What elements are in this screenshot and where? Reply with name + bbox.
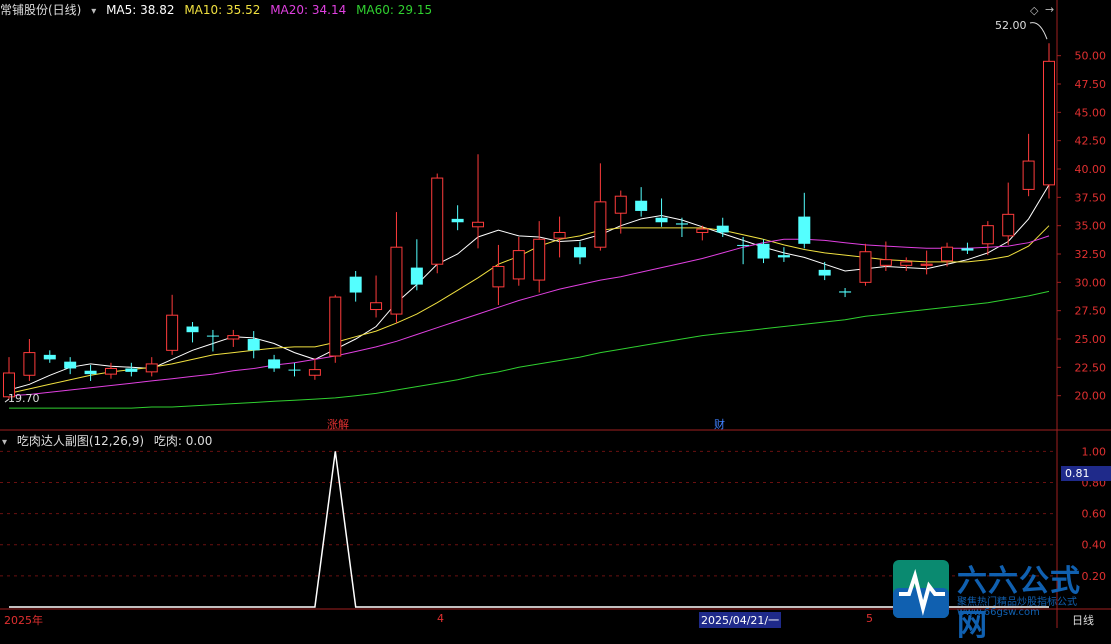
chevron-down-icon[interactable]: ▾: [91, 6, 96, 17]
y-tick-label: 35.00: [1075, 220, 1107, 233]
y-tick-label: 45.00: [1075, 106, 1107, 119]
high-marker: 52.00: [995, 19, 1027, 32]
arrow-right-icon[interactable]: →: [1045, 3, 1054, 16]
chevron-down-icon[interactable]: ▾: [2, 437, 7, 448]
ma-line-ma10: [8, 225, 1050, 394]
candle-body: [1022, 160, 1035, 190]
y-tick-label: 42.50: [1075, 135, 1107, 148]
candle-body: [981, 225, 994, 245]
candle-body: [1002, 213, 1015, 237]
candle-body: [737, 244, 750, 246]
sub-value-badge: 0.81: [1061, 466, 1111, 481]
x-label-april: 4: [437, 612, 444, 625]
y-tick-label: 25.00: [1075, 333, 1107, 346]
price-chart[interactable]: 20.00 22.50 25.00 27.50 30.00 32.50 35.00 37.50…: [0, 0, 1111, 628]
logo-icon: [893, 560, 949, 618]
candle-body: [288, 369, 301, 371]
candle-body: [268, 359, 281, 369]
candle-body: [390, 246, 403, 315]
candle-body: [614, 195, 627, 214]
y-tick-label: 37.50: [1075, 191, 1107, 204]
stock-title[interactable]: 常铺股份(日线): [0, 3, 81, 17]
candle-body: [349, 276, 362, 293]
y-tick-label: 50.00: [1075, 50, 1107, 63]
sub-header: ▾ 吃肉达人副图(12,26,9) 吃肉: 0.00: [2, 432, 218, 449]
candle-body: [900, 261, 913, 266]
candle-body: [308, 369, 321, 376]
candle-body: [941, 246, 954, 262]
sub-y-tick-label: 1.00: [1082, 445, 1107, 458]
candle-body: [43, 354, 56, 360]
candle-body: [145, 363, 158, 373]
candle-body: [961, 248, 974, 251]
candle-body: [23, 352, 36, 376]
y-tick-label: 20.00: [1075, 390, 1107, 403]
candle-body: [512, 250, 525, 280]
candle-body: [777, 255, 790, 258]
candle-body: [64, 361, 77, 369]
candle-body: [533, 238, 546, 281]
ma60-label: MA60: 29.15: [356, 3, 433, 17]
sub-y-tick-label: 0.60: [1082, 508, 1107, 521]
event-tag-rise[interactable]: 涨解: [327, 416, 349, 432]
ma10-label: MA10: 35.52: [184, 3, 261, 17]
logo-slogan: 聚焦热门精品炒股指标公式: [957, 597, 1077, 608]
y-tick-label: 22.50: [1075, 361, 1107, 374]
candle-body: [635, 200, 648, 211]
ma20-label: MA20: 34.14: [270, 3, 347, 17]
x-label-year: 2025年: [4, 614, 43, 627]
x-label-may: 5: [866, 612, 873, 625]
candle-body: [247, 339, 260, 351]
logo-url: www.66gsw.com: [957, 607, 1040, 618]
candle-body: [655, 217, 668, 223]
candle-body: [166, 314, 179, 351]
candle-body: [696, 228, 709, 233]
candle-body: [818, 269, 831, 276]
candle-body: [839, 291, 852, 293]
candle-body: [431, 177, 444, 265]
x-label-date[interactable]: 2025/04/21/一: [699, 612, 782, 628]
candle-body: [329, 296, 342, 357]
indicator-title[interactable]: 吃肉达人副图(12,26,9): [17, 434, 144, 448]
candle-body: [859, 251, 872, 283]
candle-body: [125, 368, 138, 372]
y-tick-label: 30.00: [1075, 276, 1107, 289]
y-tick-label: 47.50: [1075, 78, 1107, 91]
candle-body: [757, 243, 770, 259]
candle-body: [879, 259, 892, 266]
candle-body: [716, 225, 729, 233]
chart-stage: 20.00 22.50 25.00 27.50 30.00 32.50 35.00 37.50…: [0, 0, 1111, 643]
y-tick-label: 40.00: [1075, 163, 1107, 176]
candle-body: [84, 370, 97, 375]
y-tick-label: 32.50: [1075, 248, 1107, 261]
candle-body: [104, 367, 117, 375]
ma5-label: MA5: 38.82: [106, 3, 175, 17]
main-header: 常铺股份(日线) ▾ MA5: 38.82 MA10: 35.52 MA20: …: [0, 1, 438, 18]
event-tag-finance[interactable]: 财: [714, 416, 731, 432]
sub-y-tick-label: 0.40: [1082, 539, 1107, 552]
indicator-value: 吃肉: 0.00: [153, 434, 213, 448]
candle-body: [410, 267, 423, 285]
watermark-logo: 六六公式网 聚焦热门精品炒股指标公式 www.66gsw.com: [891, 556, 1103, 643]
candle-body: [675, 223, 688, 225]
y-tick-label: 27.50: [1075, 305, 1107, 318]
candle-body: [553, 231, 566, 239]
candle-body: [573, 247, 586, 258]
high-arrow: [1029, 22, 1048, 40]
candle-body: [186, 326, 199, 333]
candle-body: [206, 335, 219, 337]
candle-body: [492, 265, 505, 288]
candle-body: [594, 201, 607, 248]
diamond-icon[interactable]: ◇: [1030, 4, 1038, 17]
candle-body: [920, 263, 933, 266]
candle-body: [451, 218, 464, 223]
ma-line-ma5: [8, 184, 1050, 391]
candle-body: [227, 335, 240, 340]
candle-body: [370, 302, 383, 311]
ma-line-ma60: [9, 290, 1050, 409]
candle-body: [1043, 60, 1055, 186]
candle-body: [472, 221, 485, 228]
candle-body: [798, 216, 811, 244]
low-marker: 19.70: [8, 392, 40, 405]
